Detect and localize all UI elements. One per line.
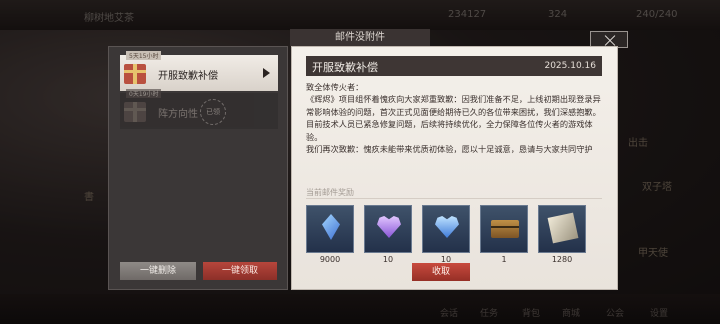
mail-list-panel: 5天15小时 开服致歉补偿 0天19小时 阵方向性 已领: [108, 46, 288, 290]
mail-body[interactable]: 致全体传火者： 《辉烬》项目组怀着愧疚向大家郑重致歉：因我们准备不足，上线初期出…: [306, 81, 604, 187]
reward-item[interactable]: [306, 205, 354, 253]
reward-count: 1: [501, 255, 507, 264]
rewards-section-label: 当前邮件奖励: [306, 188, 354, 197]
mail-item-name: 开服致歉补偿: [158, 71, 218, 82]
dialog-title: 邮件没附件: [290, 29, 430, 46]
purple-heart-icon: [377, 216, 401, 238]
mail-detail-panel: 开服致歉补偿 2025.10.16 致全体传火者： 《辉烬》项目组怀着愧疚向大家…: [291, 46, 618, 290]
blue-crystal-icon: [322, 214, 340, 240]
gift-icon: [124, 64, 146, 84]
blue-heart-icon: [435, 216, 459, 238]
reward-item[interactable]: [538, 205, 586, 253]
mail-age-badge: 0天19小时: [126, 89, 162, 98]
delete-all-button[interactable]: 一键删除: [120, 262, 196, 280]
treasure-chest-icon: [491, 220, 519, 238]
mail-paragraph: 致全体传火者：: [306, 82, 364, 92]
mail-header: 开服致歉补偿 2025.10.16: [306, 56, 602, 76]
claimed-stamp: 已领: [200, 99, 226, 125]
ticket-icon: [547, 212, 579, 244]
reward-item[interactable]: [480, 205, 528, 253]
mail-list-item[interactable]: 5天15小时 开服致歉补偿: [120, 51, 278, 91]
mail-title: 开服致歉补偿: [312, 61, 378, 74]
reward-count: 1280: [551, 255, 573, 264]
reward-count: 9000: [319, 255, 341, 264]
mail-item-name: 阵方向性: [158, 109, 198, 120]
reward-item[interactable]: [364, 205, 412, 253]
mail-paragraph: 《辉烬》项目组怀着愧疚向大家郑重致歉：因我们准备不足，上线初期出现登录异常影响体…: [306, 94, 601, 117]
reward-item[interactable]: [422, 205, 470, 253]
claim-all-button[interactable]: 一键领取: [203, 262, 277, 280]
divider: [306, 198, 602, 199]
reward-count: 10: [382, 255, 394, 264]
collect-button[interactable]: 收取: [412, 263, 470, 281]
arrow-right-icon: [263, 68, 270, 78]
mail-list-item[interactable]: 0天19小时 阵方向性 已领: [120, 89, 278, 129]
mail-paragraph: 我们再次致歉：愧疚未能带来优质初体验，愿以十足诚意，恳请与大家共同守护: [306, 144, 593, 155]
gift-icon: [124, 102, 146, 122]
mail-paragraph: 目前技术人员已紧急修复问题，后续将持续优化，全力保障各位传火者的游戏体验。: [306, 119, 593, 142]
mail-age-badge: 5天15小时: [126, 51, 162, 60]
mail-date: 2025.10.16: [544, 61, 596, 71]
